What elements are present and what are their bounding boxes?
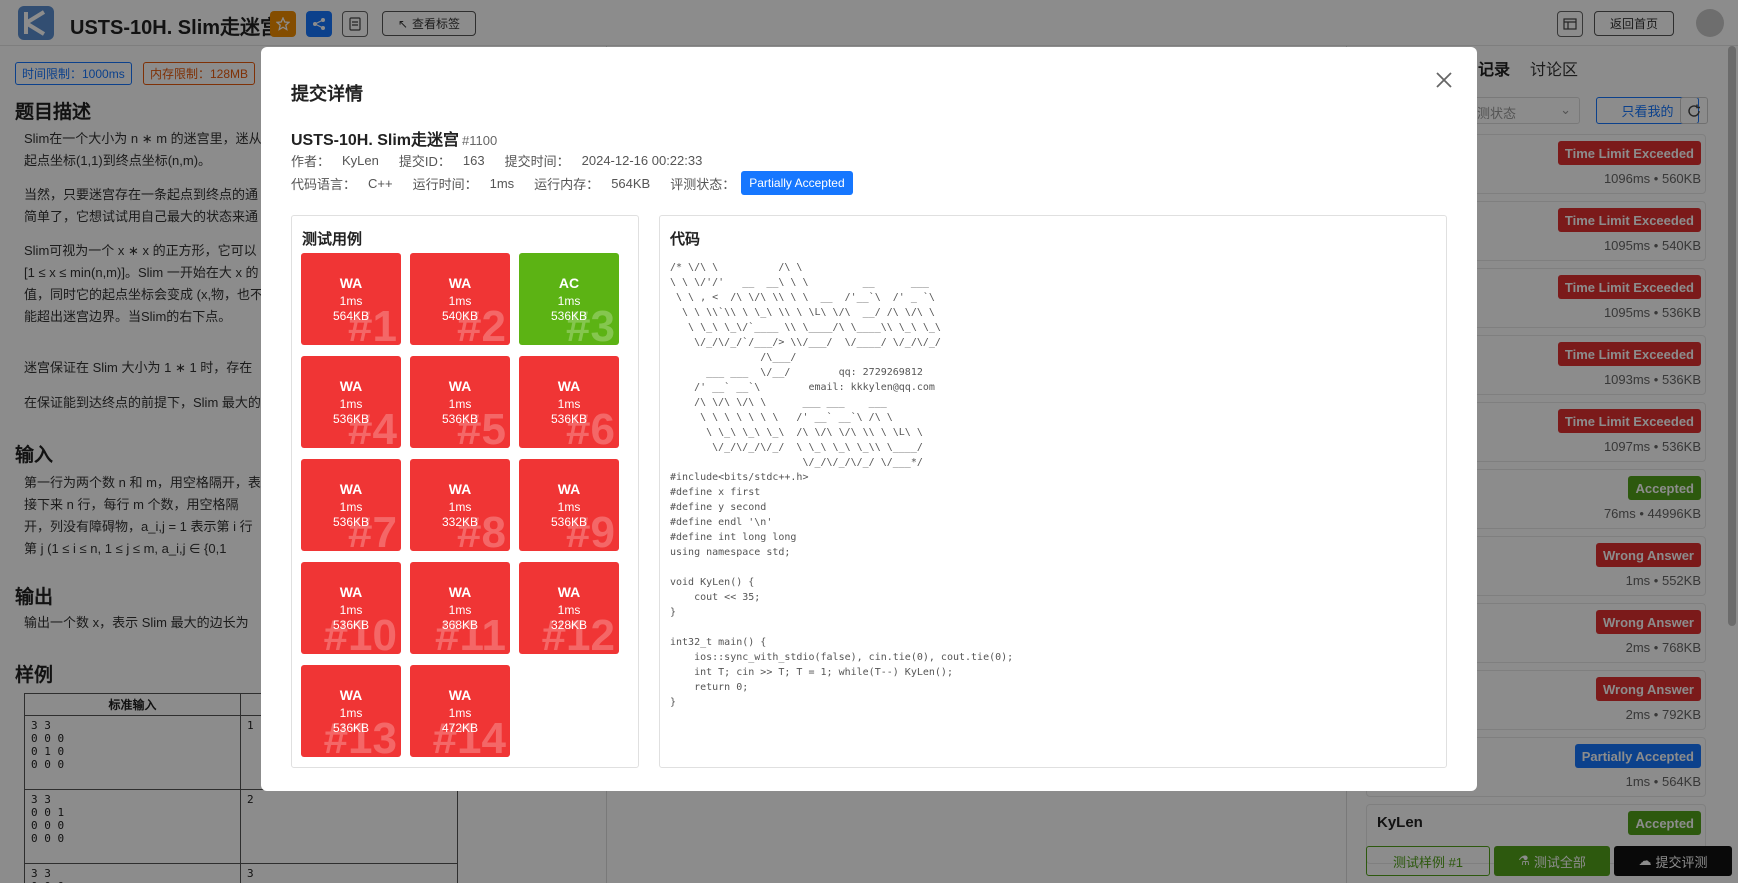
testcase-time: 1ms: [448, 294, 472, 308]
close-icon[interactable]: [1433, 69, 1455, 91]
testcase-verdict: WA: [557, 378, 581, 394]
testcase-card[interactable]: #2 WA 1ms 540KB: [410, 253, 510, 345]
testcase-verdict: WA: [448, 584, 472, 600]
testcase-time: 1ms: [448, 397, 472, 411]
testcase-verdict: WA: [448, 378, 472, 394]
testcase-memory: 536KB: [332, 515, 370, 529]
testcase-memory: 332KB: [441, 515, 479, 529]
testcase-card[interactable]: #3 AC 1ms 536KB: [519, 253, 619, 345]
testcase-memory: 536KB: [332, 721, 370, 735]
testcase-verdict: WA: [557, 481, 581, 497]
submission-detail-modal: 提交详情 USTS-10H. Slim走迷宫 #1100 作者： KyLen 提交I…: [261, 47, 1477, 791]
code-title: 代码: [670, 231, 701, 248]
testcase-memory: 536KB: [332, 412, 370, 426]
testcase-memory: 540KB: [441, 309, 479, 323]
testcase-memory: 536KB: [550, 412, 588, 426]
submit-time-value: 2024-12-16 00:22:33: [581, 153, 703, 168]
testcase-verdict: AC: [558, 275, 580, 291]
submit-id-label: 提交ID：: [398, 154, 451, 169]
testcase-time: 1ms: [557, 397, 581, 411]
runtime-value: 1ms: [489, 175, 515, 191]
testcases-title: 测试用例: [302, 231, 363, 248]
testcase-card[interactable]: #12 WA 1ms 328KB: [519, 562, 619, 654]
language-label: 代码语言：: [291, 176, 357, 192]
status-badge: Partially Accepted: [741, 171, 853, 195]
testcase-memory: 536KB: [550, 309, 588, 323]
testcase-verdict: WA: [339, 275, 363, 291]
code-panel: 代码 /* \/\ \ /\ \ \ \ \/'/' __ __\ \ \ __…: [659, 215, 1447, 768]
testcase-verdict: WA: [557, 584, 581, 600]
testcase-card[interactable]: #4 WA 1ms 536KB: [301, 356, 401, 448]
testcase-time: 1ms: [557, 500, 581, 514]
language-value: C++: [368, 175, 393, 191]
memory-value: 564KB: [611, 175, 651, 191]
testcase-time: 1ms: [557, 294, 581, 308]
testcase-memory: 368KB: [441, 618, 479, 632]
testcase-card[interactable]: #14 WA 1ms 472KB: [410, 665, 510, 757]
testcases-panel: 测试用例 #1 WA 1ms 564KB #2 WA 1ms 540KB #3 AC 1ms 536K…: [291, 215, 639, 768]
testcase-time: 1ms: [557, 603, 581, 617]
testcase-card[interactable]: #13 WA 1ms 536KB: [301, 665, 401, 757]
testcase-memory: 328KB: [550, 618, 588, 632]
memory-label: 运行内存：: [534, 176, 600, 192]
testcase-verdict: WA: [448, 687, 472, 703]
testcase-memory: 536KB: [332, 618, 370, 632]
testcase-verdict: WA: [448, 481, 472, 497]
testcase-time: 1ms: [448, 706, 472, 720]
testcase-verdict: WA: [448, 275, 472, 291]
testcase-memory: 564KB: [332, 309, 370, 323]
runtime-label: 运行时间：: [412, 176, 478, 192]
source-code: /* \/\ \ /\ \ \ \ \/'/' __ __\ \ \ __ __…: [670, 262, 1014, 708]
testcase-card[interactable]: #1 WA 1ms 564KB: [301, 253, 401, 345]
author-value: KyLen: [342, 153, 379, 168]
problem-title: USTS-10H. Slim走迷宫: [291, 132, 460, 149]
problem-title-line: USTS-10H. Slim走迷宫 #1100: [291, 126, 497, 150]
testcase-verdict: WA: [339, 687, 363, 703]
testcase-memory: 536KB: [441, 412, 479, 426]
testcase-verdict: WA: [339, 378, 363, 394]
testcase-card[interactable]: #8 WA 1ms 332KB: [410, 459, 510, 551]
author-label: 作者：: [291, 154, 331, 169]
testcase-card[interactable]: #10 WA 1ms 536KB: [301, 562, 401, 654]
testcase-card[interactable]: #11 WA 1ms 368KB: [410, 562, 510, 654]
testcase-card[interactable]: #6 WA 1ms 536KB: [519, 356, 619, 448]
testcase-time: 1ms: [339, 603, 363, 617]
testcase-time: 1ms: [339, 397, 363, 411]
testcase-time: 1ms: [339, 706, 363, 720]
judge-status-label: 评测状态：: [670, 176, 736, 192]
testcase-verdict: WA: [339, 584, 363, 600]
testcase-verdict: WA: [339, 481, 363, 497]
submission-info-row-2: 代码语言： C++ 运行时间： 1ms 运行内存： 564KB 评测状态： Parti…: [291, 171, 853, 195]
testcase-card[interactable]: #7 WA 1ms 536KB: [301, 459, 401, 551]
testcase-card[interactable]: #9 WA 1ms 536KB: [519, 459, 619, 551]
submit-time-label: 提交时间：: [504, 154, 570, 169]
modal-title: 提交详情: [291, 84, 363, 104]
testcase-memory: 536KB: [550, 515, 588, 529]
problem-id: #1100: [462, 133, 498, 148]
testcase-time: 1ms: [448, 603, 472, 617]
testcase-memory: 472KB: [441, 721, 479, 735]
testcase-card[interactable]: #5 WA 1ms 536KB: [410, 356, 510, 448]
testcase-time: 1ms: [339, 500, 363, 514]
submission-info-row-1: 作者： KyLen 提交ID： 163 提交时间： 2024-12-16 00:22:…: [291, 151, 722, 170]
testcase-time: 1ms: [448, 500, 472, 514]
submit-id-value: 163: [462, 153, 485, 168]
testcase-time: 1ms: [339, 294, 363, 308]
